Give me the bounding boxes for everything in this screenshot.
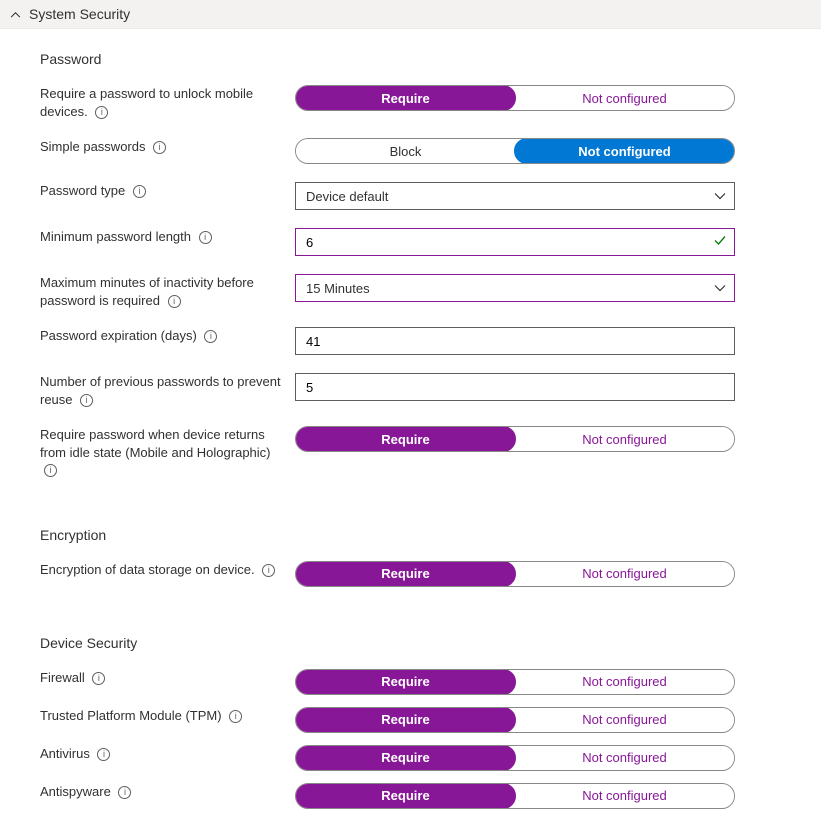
toggle-simple-passwords[interactable]: Block Not configured xyxy=(295,138,735,164)
row-previous-passwords: Number of previous passwords to prevent … xyxy=(40,373,781,408)
info-icon[interactable]: i xyxy=(199,231,212,244)
group-encryption: Encryption Encryption of data storage on… xyxy=(40,527,781,587)
info-icon[interactable]: i xyxy=(118,786,131,799)
label-require-unlock: Require a password to unlock mobile devi… xyxy=(40,86,253,119)
row-require-unlock: Require a password to unlock mobile devi… xyxy=(40,85,781,120)
row-antivirus: Antivirus i Require Not configured xyxy=(40,745,781,771)
info-icon[interactable]: i xyxy=(229,710,242,723)
chevron-down-icon xyxy=(714,189,726,204)
toggle-require-idle[interactable]: Require Not configured xyxy=(295,426,735,452)
group-heading-encryption: Encryption xyxy=(40,527,781,543)
info-icon[interactable]: i xyxy=(133,185,146,198)
input-min-length[interactable] xyxy=(295,228,735,256)
toggle-option-not-configured[interactable]: Not configured xyxy=(515,562,734,586)
toggle-option-not-configured[interactable]: Not configured xyxy=(515,427,734,451)
input-previous-passwords[interactable] xyxy=(295,373,735,401)
row-password-type: Password type i Device default xyxy=(40,182,781,210)
select-max-inactivity[interactable]: 15 Minutes xyxy=(295,274,735,302)
group-heading-device-security: Device Security xyxy=(40,635,781,651)
section-header[interactable]: System Security xyxy=(0,0,821,29)
row-max-inactivity: Maximum minutes of inactivity before pas… xyxy=(40,274,781,309)
toggle-option-require[interactable]: Require xyxy=(295,745,516,771)
toggle-option-not-configured[interactable]: Not configured xyxy=(515,670,734,694)
label-require-idle: Require password when device returns fro… xyxy=(40,427,271,460)
row-require-idle: Require password when device returns fro… xyxy=(40,426,781,479)
select-password-type[interactable]: Device default xyxy=(295,182,735,210)
label-firewall: Firewall xyxy=(40,670,85,685)
info-icon[interactable]: i xyxy=(95,106,108,119)
section-content: Password Require a password to unlock mo… xyxy=(0,29,821,829)
toggle-option-block[interactable]: Block xyxy=(296,139,515,163)
info-icon[interactable]: i xyxy=(97,748,110,761)
group-device-security: Device Security Firewall i Require Not c… xyxy=(40,635,781,809)
label-previous-passwords: Number of previous passwords to prevent … xyxy=(40,374,281,407)
toggle-tpm[interactable]: Require Not configured xyxy=(295,707,735,733)
toggle-option-require[interactable]: Require xyxy=(295,426,516,452)
select-value: 15 Minutes xyxy=(306,281,370,296)
toggle-option-require[interactable]: Require xyxy=(295,561,516,587)
row-min-length: Minimum password length i xyxy=(40,228,781,256)
row-tpm: Trusted Platform Module (TPM) i Require … xyxy=(40,707,781,733)
input-expiration[interactable] xyxy=(295,327,735,355)
info-icon[interactable]: i xyxy=(204,330,217,343)
toggle-option-not-configured[interactable]: Not configured xyxy=(515,784,734,808)
toggle-option-not-configured[interactable]: Not configured xyxy=(514,138,735,164)
chevron-down-icon xyxy=(714,281,726,296)
row-antispyware: Antispyware i Require Not configured xyxy=(40,783,781,809)
label-antispyware: Antispyware xyxy=(40,784,111,799)
row-simple-passwords: Simple passwords i Block Not configured xyxy=(40,138,781,164)
toggle-antispyware[interactable]: Require Not configured xyxy=(295,783,735,809)
row-firewall: Firewall i Require Not configured xyxy=(40,669,781,695)
toggle-option-not-configured[interactable]: Not configured xyxy=(515,708,734,732)
label-expiration: Password expiration (days) xyxy=(40,328,197,343)
toggle-option-not-configured[interactable]: Not configured xyxy=(515,86,734,110)
toggle-firewall[interactable]: Require Not configured xyxy=(295,669,735,695)
label-simple-passwords: Simple passwords xyxy=(40,139,146,154)
row-data-storage: Encryption of data storage on device. i … xyxy=(40,561,781,587)
toggle-option-require[interactable]: Require xyxy=(295,783,516,809)
label-password-type: Password type xyxy=(40,183,125,198)
toggle-option-require[interactable]: Require xyxy=(295,669,516,695)
check-icon xyxy=(713,234,727,251)
row-expiration: Password expiration (days) i xyxy=(40,327,781,355)
section-title: System Security xyxy=(29,6,130,22)
label-min-length: Minimum password length xyxy=(40,229,191,244)
toggle-antivirus[interactable]: Require Not configured xyxy=(295,745,735,771)
select-value: Device default xyxy=(306,189,388,204)
toggle-option-not-configured[interactable]: Not configured xyxy=(515,746,734,770)
toggle-data-storage[interactable]: Require Not configured xyxy=(295,561,735,587)
label-tpm: Trusted Platform Module (TPM) xyxy=(40,708,222,723)
info-icon[interactable]: i xyxy=(168,295,181,308)
label-max-inactivity: Maximum minutes of inactivity before pas… xyxy=(40,275,254,308)
info-icon[interactable]: i xyxy=(92,672,105,685)
group-heading-password: Password xyxy=(40,51,781,67)
toggle-option-require[interactable]: Require xyxy=(295,85,516,111)
info-icon[interactable]: i xyxy=(80,394,93,407)
toggle-require-unlock[interactable]: Require Not configured xyxy=(295,85,735,111)
label-antivirus: Antivirus xyxy=(40,746,90,761)
info-icon[interactable]: i xyxy=(153,141,166,154)
info-icon[interactable]: i xyxy=(44,464,57,477)
info-icon[interactable]: i xyxy=(262,564,275,577)
label-data-storage: Encryption of data storage on device. xyxy=(40,562,255,577)
chevron-up-icon xyxy=(10,11,21,18)
toggle-option-require[interactable]: Require xyxy=(295,707,516,733)
group-password: Password Require a password to unlock mo… xyxy=(40,51,781,479)
